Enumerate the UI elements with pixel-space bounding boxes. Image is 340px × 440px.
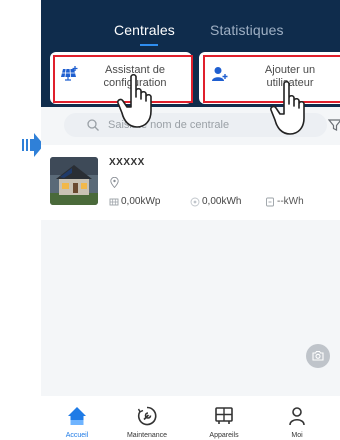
devices-icon [215,407,233,424]
tab-centrales[interactable]: Centrales [114,22,175,46]
camera-button[interactable] [306,344,330,368]
location-pin-icon [110,177,119,188]
energy-value: 0,00kWh [202,196,242,207]
top-tabs: Centrales Statistiques [41,22,340,46]
home-icon [68,407,86,425]
nav-moi[interactable]: Moi [262,396,332,440]
search-icon [87,119,99,131]
app-screen: Centrales Statistiques Assistant de conf… [41,0,340,440]
nav-appareils-label: Appareils [209,432,239,439]
screenshot: Centrales Statistiques Assistant de conf… [0,0,340,440]
energy-icon [190,197,200,207]
nav-maintenance[interactable]: Maintenance [112,396,182,440]
nav-moi-label: Moi [291,432,303,439]
plant-list-item[interactable]: XXXXX 0,00kWp 0,00kWh --kWh [41,145,340,220]
capacity-value: 0,00kWp [121,196,161,207]
pointing-hand-icon [117,73,152,128]
nav-maintenance-label: Maintenance [126,432,168,439]
tab-statistiques[interactable]: Statistiques [210,22,284,38]
bottom-navigation: Accueil Maintenance Appareils Moi [41,396,340,440]
nav-accueil[interactable]: Accueil [42,396,112,440]
nav-appareils[interactable]: Appareils [189,396,259,440]
person-icon [289,407,305,426]
pointing-hand-icon [270,80,305,135]
battery-icon [266,197,274,207]
panel-icon [109,198,119,206]
nav-accueil-label: Accueil [65,432,89,439]
camera-icon [312,350,324,361]
plant-thumbnail [50,157,98,205]
filter-icon[interactable] [328,118,340,132]
plant-name: XXXXX [109,157,145,168]
daily-energy-value: --kWh [277,196,304,207]
maintenance-icon [137,406,157,426]
